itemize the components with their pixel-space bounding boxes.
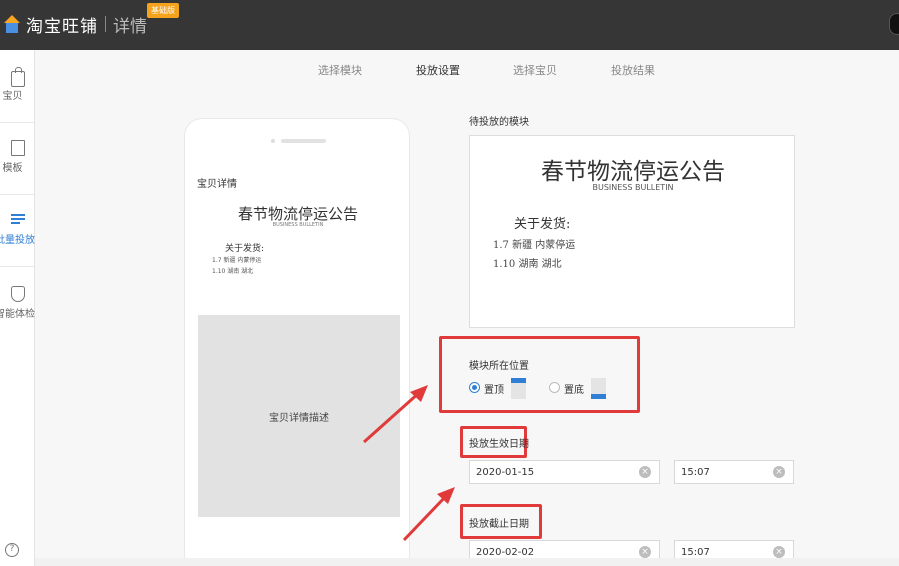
annotation-arrows <box>363 385 455 542</box>
annotation-arrow-2 <box>402 493 449 542</box>
annotation-arrow-1 <box>363 390 421 444</box>
